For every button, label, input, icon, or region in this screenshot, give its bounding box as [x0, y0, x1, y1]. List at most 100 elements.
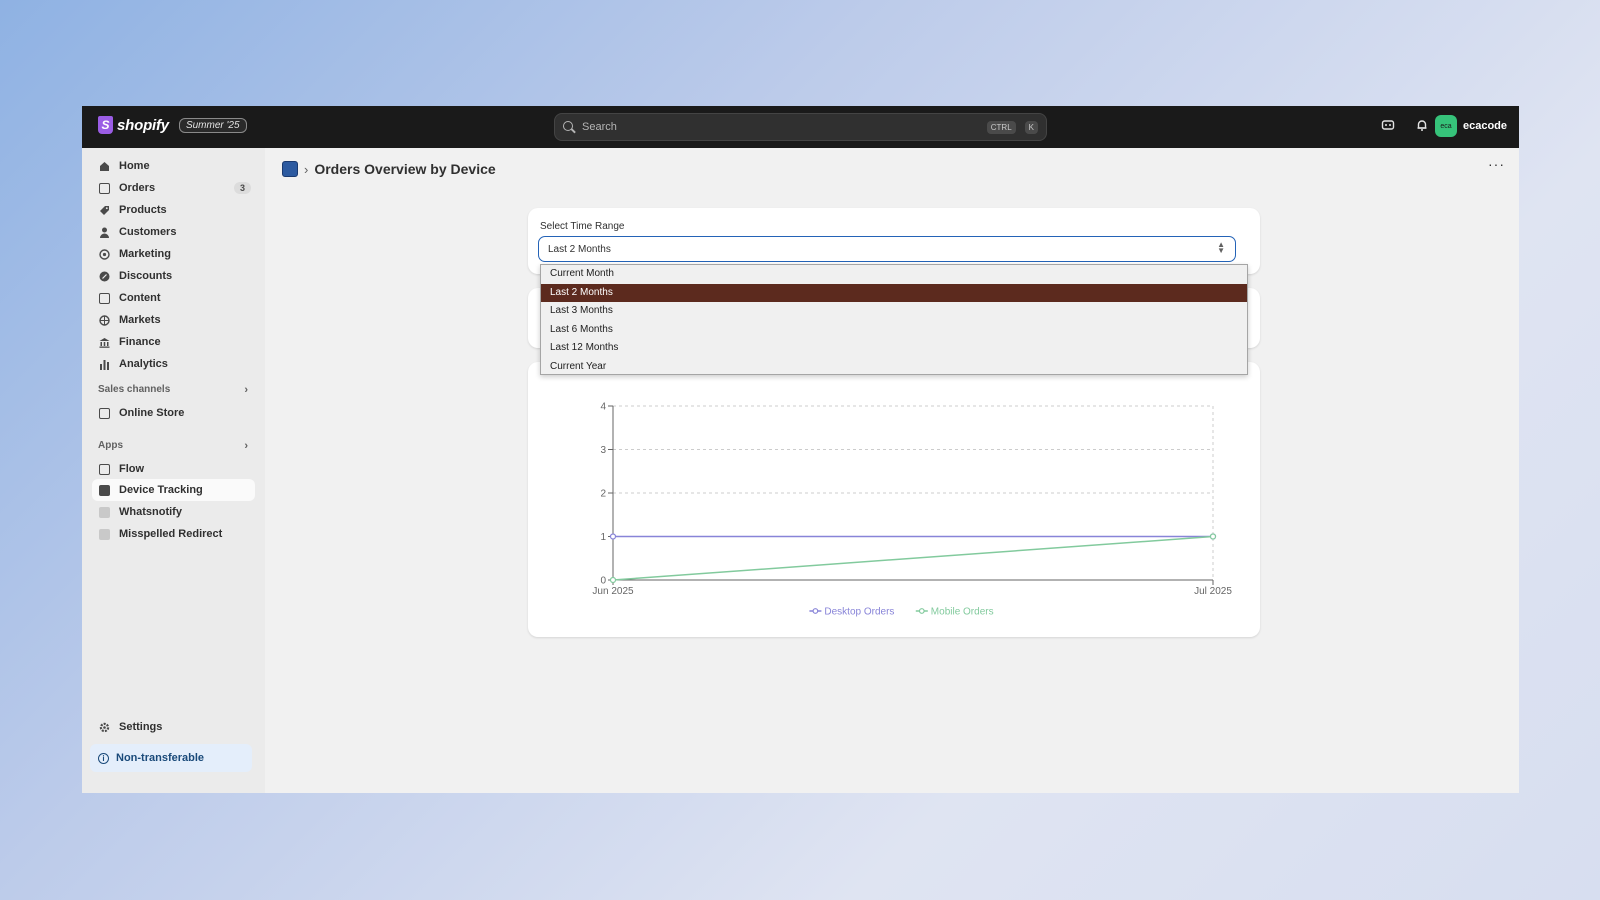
globe-icon: [99, 314, 110, 326]
option-last-6-months[interactable]: Last 6 Months: [541, 321, 1247, 340]
shopify-bag-icon: S: [98, 116, 113, 134]
more-actions-button[interactable]: ···: [1488, 156, 1505, 172]
select-caret-icon: ▲ ▼: [1217, 240, 1225, 255]
top-bar: S shopify Summer '25 Search CTRL K eca e…: [82, 106, 1519, 148]
sidebar-item-label: Online Store: [119, 407, 185, 419]
sidebar-item-whatsnotify[interactable]: Whatsnotify: [92, 501, 255, 523]
legend-marker: [812, 608, 819, 614]
notice-label: Non-transferable: [116, 752, 205, 764]
y-tick-label: 4: [600, 402, 606, 413]
sidebar-item-label: Home: [119, 160, 150, 172]
data-point: [609, 576, 617, 584]
image-icon: [99, 292, 110, 304]
y-tick-label: 0: [600, 576, 606, 587]
search-icon: [563, 120, 576, 134]
sidebar-item-device-tracking[interactable]: Device Tracking: [92, 479, 255, 501]
sidebar-item-label: Misspelled Redirect: [119, 528, 223, 540]
legend-label: Desktop Orders: [824, 607, 894, 618]
sidebar-item-label: Discounts: [119, 270, 173, 282]
orders-count-badge: 3: [233, 182, 251, 194]
brand-name: shopify: [117, 116, 169, 134]
sidebar-item-home[interactable]: Home: [92, 155, 255, 177]
sales-channels-header[interactable]: Sales channels ›: [98, 384, 248, 396]
orders-icon: [99, 182, 110, 194]
person-icon: [99, 227, 110, 238]
x-tick-label: Jul 2025: [1194, 586, 1232, 597]
sidebar-item-label: Device Tracking: [119, 484, 203, 496]
bell-icon[interactable]: [1413, 118, 1431, 136]
sidebar-item-label: Content: [119, 292, 161, 304]
time-range-label: Select Time Range: [540, 221, 625, 232]
bank-icon: [99, 337, 110, 348]
page-title: Orders Overview by Device: [314, 161, 496, 177]
page-header: › Orders Overview by Device: [282, 161, 496, 177]
sidebar-item-label: Orders: [119, 182, 156, 194]
sidebar-item-settings[interactable]: Settings: [92, 716, 255, 738]
sidebar-item-orders[interactable]: Orders 3: [92, 177, 255, 199]
option-last-12-months[interactable]: Last 12 Months: [541, 339, 1247, 358]
y-tick-label: 1: [600, 532, 606, 543]
shortcut-key-k: K: [1024, 120, 1038, 134]
legend-label: Mobile Orders: [931, 607, 994, 618]
section-label: Apps: [98, 440, 123, 451]
sidebar-item-analytics[interactable]: Analytics: [92, 353, 255, 375]
sidebar-item-misspelled-redirect[interactable]: Misspelled Redirect: [92, 523, 255, 545]
assistant-icon[interactable]: [1379, 118, 1397, 136]
shortcut-key-ctrl: CTRL: [986, 120, 1016, 134]
orders-chart: 0 1 2 3 4 Jun 2025 Jul 2025 Desktop Orders Mobil…: [528, 366, 1261, 646]
sidebar-item-label: Analytics: [119, 358, 168, 370]
discount-icon: [99, 271, 110, 282]
sidebar-item-markets[interactable]: Markets: [92, 309, 255, 331]
apps-header[interactable]: Apps ›: [98, 440, 248, 452]
sidebar-item-finance[interactable]: Finance: [92, 331, 255, 353]
time-range-dropdown[interactable]: Current Month Last 2 Months Last 3 Month…: [540, 264, 1248, 375]
y-tick-label: 3: [600, 445, 606, 456]
home-icon: [99, 161, 110, 172]
orders-line-chart: 0 1 2 3 4 Jun 2025 Jul 2025 Desktop Orders Mobil…: [592, 402, 1232, 618]
bar-chart-icon: [99, 359, 110, 370]
sidebar: Home Orders 3 Products Customers Marketi…: [82, 148, 265, 793]
store-name: ecacode: [1462, 120, 1507, 132]
device-tracking-app-icon[interactable]: [282, 161, 298, 177]
option-last-2-months[interactable]: Last 2 Months: [541, 283, 1247, 302]
sidebar-item-label: Flow: [119, 463, 145, 475]
user-menu[interactable]: eca ecacode: [1434, 115, 1507, 137]
option-current-month[interactable]: Current Month: [541, 265, 1247, 284]
store-icon: [99, 407, 110, 419]
search-input[interactable]: Search: [582, 121, 978, 133]
non-transferable-notice[interactable]: i Non-transferable: [90, 744, 252, 772]
shopify-logo[interactable]: S shopify Summer '25: [98, 116, 247, 134]
sidebar-item-customers[interactable]: Customers: [92, 221, 255, 243]
sidebar-item-label: Marketing: [119, 248, 171, 260]
whatsnotify-icon: [99, 506, 110, 518]
sidebar-item-online-store[interactable]: Online Store: [92, 402, 255, 424]
sidebar-item-label: Products: [119, 204, 167, 216]
tag-icon: [99, 205, 110, 216]
sidebar-item-discounts[interactable]: Discounts: [92, 265, 255, 287]
series-line: [612, 535, 1214, 581]
sidebar-item-marketing[interactable]: Marketing: [92, 243, 255, 265]
sidebar-item-label: Customers: [119, 226, 177, 238]
chevron-right-icon: ›: [244, 384, 248, 396]
sidebar-item-label: Settings: [119, 721, 163, 733]
sidebar-item-products[interactable]: Products: [92, 199, 255, 221]
search-bar[interactable]: Search CTRL K: [554, 113, 1047, 141]
sidebar-item-flow[interactable]: Flow: [92, 458, 255, 480]
data-point: [609, 533, 617, 540]
selected-value: Last 2 Months: [548, 243, 611, 255]
edition-badge[interactable]: Summer '25: [178, 117, 247, 133]
sidebar-item-content[interactable]: Content: [92, 287, 255, 309]
redirect-icon: [99, 528, 110, 540]
device-tracking-icon: [99, 484, 110, 496]
time-range-select[interactable]: Last 2 Months ▲ ▼: [538, 236, 1236, 262]
x-tick-label: Jun 2025: [592, 586, 634, 597]
flow-icon: [99, 463, 110, 475]
breadcrumb-separator: ›: [304, 161, 309, 177]
chevron-right-icon: ›: [244, 440, 248, 452]
y-tick-label: 2: [600, 489, 606, 500]
option-last-3-months[interactable]: Last 3 Months: [541, 302, 1247, 321]
legend-marker: [918, 608, 925, 614]
sidebar-item-label: Markets: [119, 314, 161, 326]
data-point: [1209, 533, 1217, 540]
info-icon: i: [98, 752, 109, 764]
